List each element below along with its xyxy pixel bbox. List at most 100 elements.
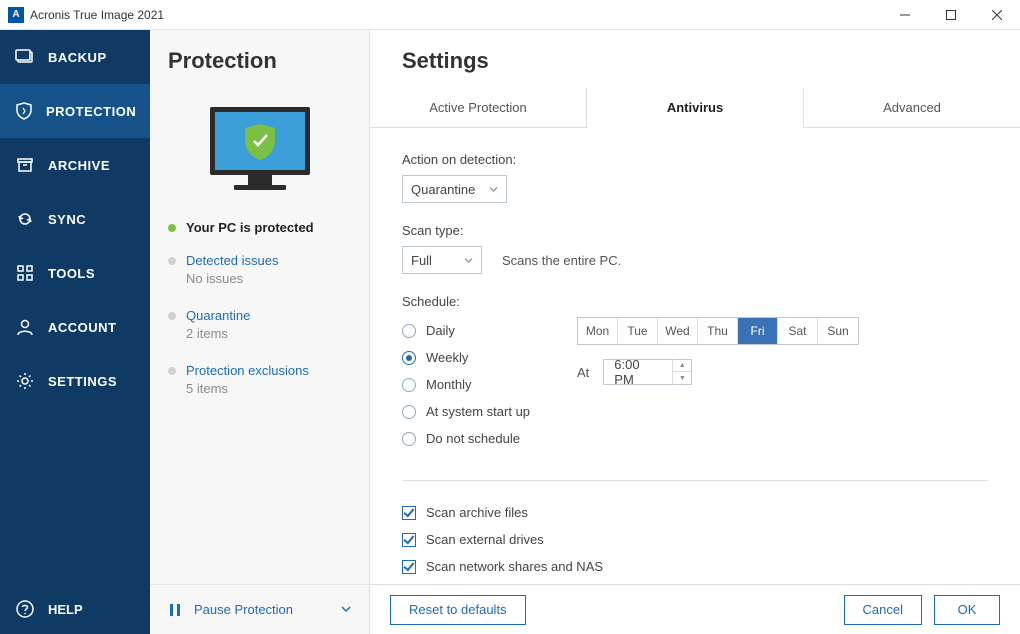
shield-icon <box>14 101 34 121</box>
radio-label: Monthly <box>426 377 472 392</box>
radio-do-not-schedule[interactable]: Do not schedule <box>402 425 577 452</box>
sidebar-item-help[interactable]: HELP <box>0 584 150 634</box>
sidebar-item-label: TOOLS <box>48 266 95 281</box>
cancel-button[interactable]: Cancel <box>844 595 922 625</box>
sidebar-item-label: ACCOUNT <box>48 320 117 335</box>
protection-illustration <box>150 74 369 220</box>
check-scan-network-shares[interactable]: Scan network shares and NAS <box>402 553 988 580</box>
maximize-button[interactable] <box>928 0 974 30</box>
checkbox-icon <box>402 560 416 574</box>
radio-weekly[interactable]: Weekly <box>402 344 577 371</box>
sidebar-item-archive[interactable]: ARCHIVE <box>0 138 150 192</box>
radio-label: Daily <box>426 323 455 338</box>
day-sun[interactable]: Sun <box>818 318 858 344</box>
tools-icon <box>14 263 36 283</box>
radio-icon <box>402 324 416 338</box>
spinner-down-button[interactable]: ▼ <box>673 372 691 385</box>
sidebar-item-label: ARCHIVE <box>48 158 110 173</box>
sidebar: BACKUP PROTECTION ARCHIVE SYNC <box>0 30 150 634</box>
action-on-detection-select[interactable]: Quarantine <box>402 175 507 203</box>
radio-monthly[interactable]: Monthly <box>402 371 577 398</box>
window-title: Acronis True Image 2021 <box>30 8 882 22</box>
sidebar-item-label: BACKUP <box>48 50 107 65</box>
day-sat[interactable]: Sat <box>778 318 818 344</box>
sidebar-item-label: SYNC <box>48 212 86 227</box>
checkbox-icon <box>402 506 416 520</box>
protection-panel: Protection Your PC is protected Detected… <box>150 30 370 634</box>
day-fri[interactable]: Fri <box>738 318 778 344</box>
radio-icon <box>402 378 416 392</box>
check-label: Scan external drives <box>426 532 544 547</box>
settings-heading: Settings <box>370 30 1020 88</box>
time-input[interactable]: 6:00 PM ▲ ▼ <box>603 359 692 385</box>
action-on-detection-label: Action on detection: <box>402 152 988 167</box>
pause-label: Pause Protection <box>194 602 341 617</box>
radio-daily[interactable]: Daily <box>402 317 577 344</box>
archive-icon <box>14 155 36 175</box>
pause-protection-button[interactable]: Pause Protection <box>150 584 369 634</box>
minimize-button[interactable] <box>882 0 928 30</box>
link-sub: No issues <box>186 271 279 286</box>
radio-label: Do not schedule <box>426 431 520 446</box>
sidebar-item-backup[interactable]: BACKUP <box>0 30 150 84</box>
reset-to-defaults-button[interactable]: Reset to defaults <box>390 595 526 625</box>
chevron-down-icon <box>489 182 498 197</box>
link-protection-exclusions[interactable]: Protection exclusions <box>186 363 309 378</box>
select-value: Full <box>411 253 432 268</box>
help-icon <box>14 599 36 619</box>
ok-button[interactable]: OK <box>934 595 1000 625</box>
check-scan-archive-files[interactable]: Scan archive files <box>402 499 988 526</box>
sidebar-item-label: PROTECTION <box>46 104 136 119</box>
at-label: At <box>577 365 589 380</box>
check-label: Scan network shares and NAS <box>426 559 603 574</box>
sidebar-item-settings[interactable]: SETTINGS <box>0 354 150 408</box>
bullet-icon <box>168 257 176 265</box>
tab-antivirus[interactable]: Antivirus <box>587 88 804 128</box>
schedule-label: Schedule: <box>402 294 988 309</box>
chevron-down-icon <box>464 253 473 268</box>
close-button[interactable] <box>974 0 1020 30</box>
link-detected-issues[interactable]: Detected issues <box>186 253 279 268</box>
sidebar-item-tools[interactable]: TOOLS <box>0 246 150 300</box>
scan-type-label: Scan type: <box>402 223 988 238</box>
titlebar: A Acronis True Image 2021 <box>0 0 1020 30</box>
link-sub: 2 items <box>186 326 250 341</box>
select-value: Quarantine <box>411 182 475 197</box>
settings-tabs: Active Protection Antivirus Advanced <box>370 88 1020 128</box>
settings-footer: Reset to defaults Cancel OK <box>370 584 1020 634</box>
chevron-down-icon <box>341 601 351 619</box>
spinner-up-button[interactable]: ▲ <box>673 359 691 372</box>
settings-pane: Settings Active Protection Antivirus Adv… <box>370 30 1020 634</box>
pause-icon <box>168 603 182 617</box>
window-controls <box>882 0 1020 30</box>
radio-label: Weekly <box>426 350 468 365</box>
link-quarantine[interactable]: Quarantine <box>186 308 250 323</box>
radio-label: At system start up <box>426 404 530 419</box>
status-dot-icon <box>168 224 176 232</box>
sidebar-item-label: HELP <box>48 602 83 617</box>
day-tue[interactable]: Tue <box>618 318 658 344</box>
tab-active-protection[interactable]: Active Protection <box>370 88 587 127</box>
day-wed[interactable]: Wed <box>658 318 698 344</box>
scan-type-select[interactable]: Full <box>402 246 482 274</box>
sync-icon <box>14 209 36 229</box>
tab-advanced[interactable]: Advanced <box>804 88 1020 127</box>
checkbox-icon <box>402 533 416 547</box>
day-thu[interactable]: Thu <box>698 318 738 344</box>
day-mon[interactable]: Mon <box>578 318 618 344</box>
radio-icon <box>402 351 416 365</box>
check-label: Scan archive files <box>426 505 528 520</box>
radio-at-system-start[interactable]: At system start up <box>402 398 577 425</box>
gear-icon <box>14 371 36 391</box>
sidebar-item-sync[interactable]: SYNC <box>0 192 150 246</box>
backup-icon <box>14 47 36 67</box>
check-scan-external-drives[interactable]: Scan external drives <box>402 526 988 553</box>
sidebar-item-label: SETTINGS <box>48 374 117 389</box>
sidebar-item-protection[interactable]: PROTECTION <box>0 84 150 138</box>
bullet-icon <box>168 312 176 320</box>
sidebar-item-account[interactable]: ACCOUNT <box>0 300 150 354</box>
protection-status: Your PC is protected <box>150 220 369 253</box>
app-icon: A <box>8 7 24 23</box>
status-text: Your PC is protected <box>186 220 314 235</box>
radio-icon <box>402 432 416 446</box>
